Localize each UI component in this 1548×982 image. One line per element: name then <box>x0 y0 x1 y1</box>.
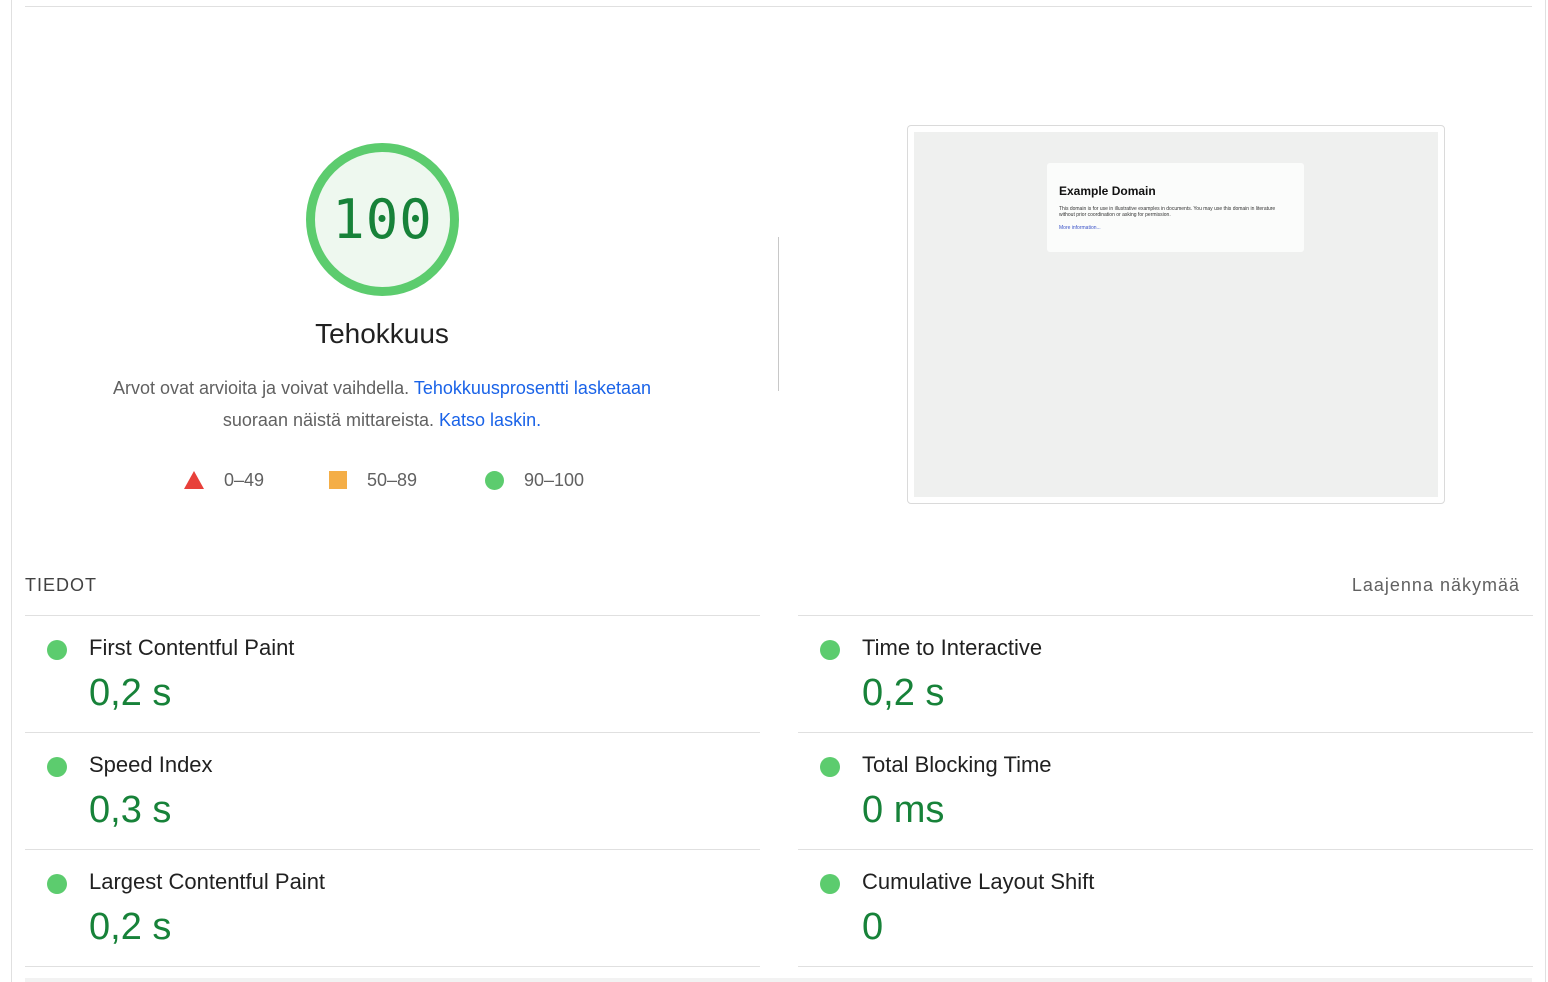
metric-name: Cumulative Layout Shift <box>862 869 1095 894</box>
metrics-column-left: First Contentful Paint 0,2 s Speed Index… <box>25 615 760 967</box>
expand-view-toggle[interactable]: Laajenna näkymää <box>1352 575 1520 596</box>
score-value: 100 <box>332 188 433 251</box>
legend-item-pass: 90–100 <box>485 466 584 494</box>
metric-value: 0,2 s <box>862 672 945 714</box>
final-screenshot[interactable]: Example Domain This domain is for use in… <box>907 125 1445 504</box>
metric-name: Time to Interactive <box>862 635 1043 660</box>
screenshot-card: Example Domain This domain is for use in… <box>1047 163 1304 252</box>
score-description: Arvot ovat arvioita ja voivat vaihdella.… <box>82 372 682 436</box>
vertical-divider <box>778 237 779 391</box>
pass-circle-icon <box>47 640 67 660</box>
metric-value: 0,2 s <box>89 906 172 948</box>
metric-name: First Contentful Paint <box>89 635 295 660</box>
metric-value: 0,2 s <box>89 672 172 714</box>
pass-circle-icon <box>820 874 840 894</box>
score-title: Tehokkuus <box>315 318 449 349</box>
metrics-divider <box>798 966 1533 967</box>
metric-value: 0 <box>862 906 884 948</box>
screenshot-page-text: This domain is for use in illustrative e… <box>1059 206 1276 218</box>
score-calculation-link[interactable]: Tehokkuusprosentti lasketaan <box>414 378 651 398</box>
pass-circle-icon <box>47 874 67 894</box>
metrics-divider <box>25 966 760 967</box>
metric-largest-contentful-paint: Largest Contentful Paint 0,2 s <box>25 849 760 966</box>
top-divider <box>25 6 1532 7</box>
description-text-2: suoraan näistä mittareista. <box>222 410 435 430</box>
legend-range: 90–100 <box>524 469 585 490</box>
screenshot-canvas: Example Domain This domain is for use in… <box>914 132 1438 497</box>
metric-speed-index: Speed Index 0,3 s <box>25 732 760 849</box>
legend-item-fail: 0–49 <box>184 466 264 494</box>
calculator-link[interactable]: Katso laskin. <box>439 410 541 430</box>
legend-range: 50–89 <box>367 469 418 490</box>
legend-item-average: 50–89 <box>329 466 417 494</box>
metric-name: Speed Index <box>89 752 213 777</box>
performance-score-gauge[interactable]: 100 <box>305 142 460 297</box>
description-text-1: Arvot ovat arvioita ja voivat vaihdella. <box>113 378 410 398</box>
metrics-heading: TIEDOT <box>25 575 97 595</box>
pass-circle-icon <box>820 640 840 660</box>
metric-first-contentful-paint: First Contentful Paint 0,2 s <box>25 615 760 732</box>
pass-circle-icon <box>820 757 840 777</box>
legend-range: 0–49 <box>224 469 265 490</box>
square-icon <box>329 471 347 489</box>
screenshot-page-title: Example Domain <box>1059 184 1156 198</box>
metric-value: 0 ms <box>862 789 945 831</box>
metric-time-to-interactive: Time to Interactive 0,2 s <box>798 615 1533 732</box>
metrics-column-right: Time to Interactive 0,2 s Total Blocking… <box>798 615 1533 967</box>
metric-total-blocking-time: Total Blocking Time 0 ms <box>798 732 1533 849</box>
bottom-band <box>25 978 1532 982</box>
metric-name: Total Blocking Time <box>862 752 1052 777</box>
pass-circle-icon <box>47 757 67 777</box>
metric-value: 0,3 s <box>89 789 172 831</box>
triangle-icon <box>184 471 204 489</box>
metric-name: Largest Contentful Paint <box>89 869 326 894</box>
screenshot-page-link: More information... <box>1059 225 1101 231</box>
circle-icon <box>485 470 504 490</box>
metric-cumulative-layout-shift: Cumulative Layout Shift 0 <box>798 849 1533 966</box>
